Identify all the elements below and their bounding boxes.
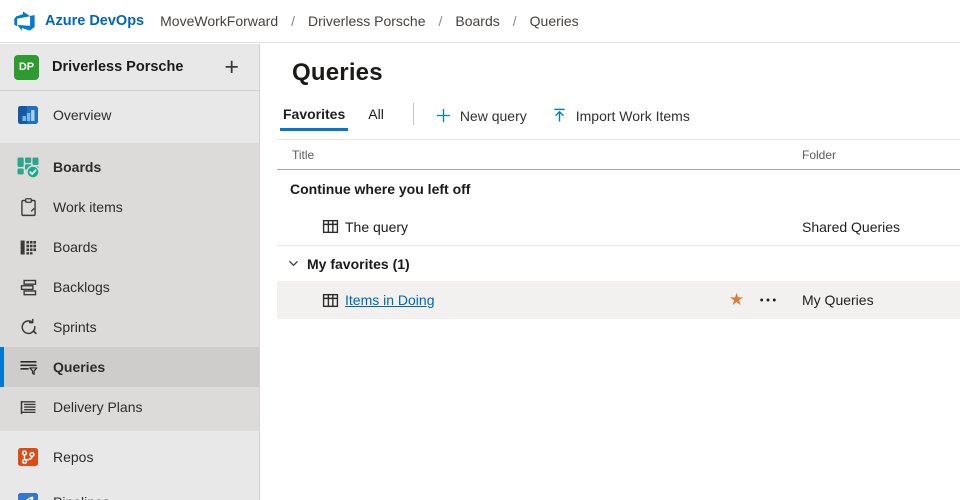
chevron-down-icon (288, 258, 299, 269)
queries-table: Title Folder Continue where you left off… (277, 139, 960, 319)
project-avatar[interactable]: DP (14, 55, 39, 80)
query-title[interactable]: The query (345, 219, 408, 235)
query-table-icon (322, 218, 339, 235)
sidebar-item-pipelines[interactable]: Pipelines (0, 482, 259, 500)
query-table-icon (322, 292, 339, 309)
sidebar-item-backlogs[interactable]: Backlogs (0, 267, 259, 307)
breadcrumb-boards[interactable]: Boards (455, 13, 499, 29)
backlogs-icon (16, 275, 40, 299)
sidebar-item-label: Boards (53, 239, 97, 255)
query-folder: Shared Queries (802, 219, 900, 235)
sidebar-item-label: Overview (53, 107, 111, 123)
sidebar-item-label: Work items (53, 199, 123, 215)
boards-hub-icon (16, 155, 40, 179)
sidebar-item-label: Repos (53, 449, 93, 465)
sidebar-item-boards[interactable]: Boards (0, 227, 259, 267)
repos-icon (16, 445, 40, 469)
import-work-items-button[interactable]: Import Work Items (552, 100, 690, 131)
favorite-star-icon[interactable]: ★ (729, 290, 744, 310)
sidebar-item-label: Backlogs (53, 279, 110, 295)
sprints-icon (16, 315, 40, 339)
query-row-items-in-doing[interactable]: Items in Doing ★ My Queries (277, 281, 960, 319)
project-header: DP Driverless Porsche + (0, 44, 259, 91)
breadcrumb: MoveWorkForward / Driverless Porsche / B… (160, 13, 579, 29)
sidebar-item-overview[interactable]: Overview (0, 95, 259, 135)
top-bar: Azure DevOps MoveWorkForward / Driverles… (0, 0, 960, 43)
section-my-favorites[interactable]: My favorites (1) (277, 246, 960, 281)
new-query-button[interactable]: New query (436, 100, 527, 131)
sidebar-item-delivery-plans[interactable]: Delivery Plans (0, 387, 259, 427)
sidebar-item-label: Sprints (53, 319, 97, 335)
project-name[interactable]: Driverless Porsche (52, 59, 218, 75)
pipelines-icon (16, 490, 40, 500)
query-folder: My Queries (802, 292, 874, 308)
column-title: Title (292, 148, 314, 162)
breadcrumb-project[interactable]: Driverless Porsche (308, 13, 425, 29)
section-label: Continue where you left off (290, 181, 470, 197)
sidebar: DP Driverless Porsche + Overview (0, 44, 260, 500)
breadcrumb-separator: / (513, 13, 517, 29)
toolbar-divider (413, 103, 414, 125)
more-options-icon[interactable] (759, 297, 777, 303)
delivery-plans-icon (16, 395, 40, 419)
sidebar-item-label: Pipelines (53, 494, 110, 500)
table-header-row: Title Folder (277, 139, 960, 170)
board-icon (16, 235, 40, 259)
import-upload-icon (552, 108, 567, 123)
sidebar-item-boards-hub[interactable]: Boards (0, 147, 259, 187)
breadcrumb-separator: / (439, 13, 443, 29)
work-items-icon (16, 195, 40, 219)
add-project-item-button[interactable]: + (218, 57, 245, 77)
new-query-label: New query (460, 108, 527, 124)
sidebar-item-repos[interactable]: Repos (0, 437, 259, 477)
breadcrumb-queries[interactable]: Queries (530, 13, 579, 29)
sidebar-item-queries[interactable]: Queries (0, 347, 259, 387)
tabs-and-commands: Favorites All New query Import Work Item… (280, 100, 960, 131)
sidebar-item-label: Delivery Plans (53, 399, 142, 415)
plus-icon (436, 108, 451, 123)
import-work-items-label: Import Work Items (576, 108, 690, 124)
breadcrumb-org[interactable]: MoveWorkForward (160, 13, 278, 29)
sidebar-item-label: Boards (53, 159, 101, 175)
page-title: Queries (292, 59, 960, 87)
query-title-link[interactable]: Items in Doing (345, 292, 434, 308)
sidebar-item-sprints[interactable]: Sprints (0, 307, 259, 347)
tab-all[interactable]: All (365, 100, 387, 131)
overview-icon (16, 103, 40, 127)
boards-nav-group: Boards Work items (0, 143, 259, 431)
section-label: My favorites (1) (307, 256, 410, 272)
azure-devops-logo-icon[interactable] (14, 10, 36, 32)
queries-icon (16, 355, 40, 379)
section-continue: Continue where you left off (277, 170, 960, 208)
main-content: Queries Favorites All New query Import W… (261, 44, 960, 500)
sidebar-item-label: Queries (53, 359, 105, 375)
tab-favorites[interactable]: Favorites (280, 100, 348, 131)
query-row-the-query[interactable]: The query Shared Queries (277, 208, 960, 246)
azure-devops-brand[interactable]: Azure DevOps (45, 13, 144, 29)
sidebar-item-work-items[interactable]: Work items (0, 187, 259, 227)
breadcrumb-separator: / (291, 13, 295, 29)
column-folder: Folder (802, 148, 836, 162)
